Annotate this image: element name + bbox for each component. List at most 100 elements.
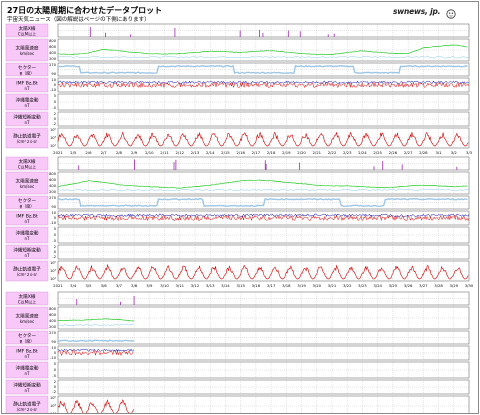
y-tick-label: 5 <box>54 94 56 98</box>
panel-frame <box>57 93 470 111</box>
y-tick-label: 10 <box>51 78 56 82</box>
panel-frame <box>57 111 470 127</box>
date-tick-label: 3/17 <box>267 283 276 288</box>
y-tick-label: 10¹ <box>50 277 57 281</box>
y-tick-label: 200 <box>49 57 57 61</box>
date-tick-label: 2/6 <box>85 150 92 155</box>
date-tick-label: 2/19 <box>282 150 291 155</box>
y-tick-label: 10 <box>51 211 56 215</box>
date-tick-label: 3/6 <box>101 283 108 288</box>
y-tick-label: 270 <box>49 63 57 67</box>
y-tick-label: 5 <box>54 227 56 231</box>
y-tick-label: 400 <box>49 184 57 188</box>
date-tick-label: 3/21 <box>328 283 337 288</box>
y-tick-label: 0 <box>54 83 57 87</box>
y-tick-label: 0 <box>54 368 57 372</box>
solar-rotation-chart: 太陽X線C以M以上太陽風速度km/sec800600400200セクターφ（度）… <box>5 23 474 413</box>
rotation-block-3: 太陽X線C以M以上太陽風速度km/sec800600400200セクターφ（度）… <box>5 291 470 413</box>
date-tick-label: 3/24 <box>373 283 382 288</box>
date-tick-label: 3/10 <box>160 283 169 288</box>
y-tick-label: 270 <box>49 331 57 335</box>
y-tick-label: 2 <box>54 380 56 384</box>
panel-unit: km/sec <box>20 319 34 324</box>
date-tick-label: 3/7 <box>116 283 123 288</box>
date-tick-label: 2/20 <box>297 150 306 155</box>
y-tick-label: 270 <box>49 196 57 200</box>
y-tick-label: 800 <box>49 307 57 311</box>
y-tick-label: 200 <box>49 325 57 329</box>
rotation-block-2: 太陽X線C以M以上太陽風速度km/sec800600400200セクターφ（度）… <box>5 156 474 288</box>
panel-unit: km/sec <box>20 184 34 189</box>
date-tick-label: 3/18 <box>282 283 291 288</box>
y-tick-label: -2 <box>52 390 56 394</box>
date-tick-label: 3/19 <box>297 283 306 288</box>
y-tick-label: 10³ <box>50 404 57 408</box>
date-tick-label: 3/3 <box>466 150 473 155</box>
y-tick-label: -5 <box>52 374 56 378</box>
y-tick-label: 0 <box>54 385 57 389</box>
date-tick-label: 2/5 <box>70 150 77 155</box>
date-tick-label: 2/11 <box>160 150 169 155</box>
date-tick-label: 3/14 <box>221 283 230 288</box>
panel-frame <box>57 171 470 195</box>
y-tick-label: 10¹ <box>50 412 57 413</box>
panel-unit: C以M以上 <box>18 299 36 305</box>
date-tick-label: 3/27 <box>419 283 428 288</box>
panel-frame <box>57 226 470 244</box>
panel-unit: φ（度） <box>20 70 35 76</box>
date-tick-label: 3/2 <box>451 150 458 155</box>
y-tick-label: 0 <box>54 100 57 104</box>
date-tick-label: 2/14 <box>206 150 215 155</box>
date-tick-label: 2/12 <box>176 150 185 155</box>
date-tick-label: 2/17 <box>252 150 261 155</box>
y-tick-label: 0 <box>54 117 57 121</box>
panel-unit: nT <box>25 120 31 125</box>
date-tick-label: 2/7 <box>101 150 108 155</box>
y-tick-label: 0 <box>54 233 57 237</box>
date-tick-label: 3/15 <box>236 283 245 288</box>
date-tick-label: 2/10 <box>145 150 154 155</box>
panel-unit: /cm²２s·sr <box>17 407 37 412</box>
date-tick-label: 2/25 <box>373 150 382 155</box>
date-tick-label: 2/16 <box>236 150 245 155</box>
y-tick-label: 90 <box>51 72 56 76</box>
date-tick-label: 3/16 <box>252 283 261 288</box>
date-tick-label: 3/22 <box>343 283 352 288</box>
date-tick-label: 3/20 <box>313 283 322 288</box>
y-tick-label: 2 <box>54 112 56 116</box>
y-tick-label: -10 <box>50 221 57 225</box>
date-tick-label: 3/28 <box>434 283 443 288</box>
panel-frame <box>57 62 470 77</box>
date-tick-label: 2/8 <box>116 150 123 155</box>
date-tick-label: 3/25 <box>389 283 398 288</box>
y-tick-label: 800 <box>49 172 57 176</box>
panel-unit: nT <box>25 103 31 108</box>
panel-unit: nT <box>25 371 31 376</box>
date-tick-label: 3/29 <box>450 283 459 288</box>
date-tick-label: 3/30 <box>465 283 474 288</box>
panel-unit: km/sec <box>20 51 34 56</box>
y-tick-label: 10⁵ <box>50 261 57 265</box>
date-tick-label: 2/22 <box>328 150 337 155</box>
panel-frame <box>57 244 470 260</box>
date-tick-label: 2/27 <box>404 150 413 155</box>
panel-unit: C以M以上 <box>18 31 36 37</box>
y-tick-label: 90 <box>51 205 56 209</box>
y-tick-label: 200 <box>49 190 57 194</box>
y-tick-label: 0 <box>54 216 57 220</box>
panel-frame <box>57 260 470 282</box>
y-tick-label: 600 <box>49 313 57 317</box>
panel-unit: nT <box>25 388 31 393</box>
panel-frame <box>57 291 470 306</box>
y-tick-label: 2 <box>54 245 56 249</box>
date-tick-label: 3/4 <box>70 283 77 288</box>
y-tick-label: 90 <box>51 340 56 344</box>
y-tick-label: -2 <box>52 255 56 259</box>
panel-unit: /cm²２s·sr <box>17 272 37 277</box>
panel-unit: nT <box>25 219 31 224</box>
date-tick-label: 2/28 <box>419 150 428 155</box>
date-tick-label: 2/24 <box>358 150 367 155</box>
y-tick-label: 800 <box>49 39 57 43</box>
date-tick-label: 3/12 <box>191 283 200 288</box>
y-tick-label: -2 <box>52 122 56 126</box>
